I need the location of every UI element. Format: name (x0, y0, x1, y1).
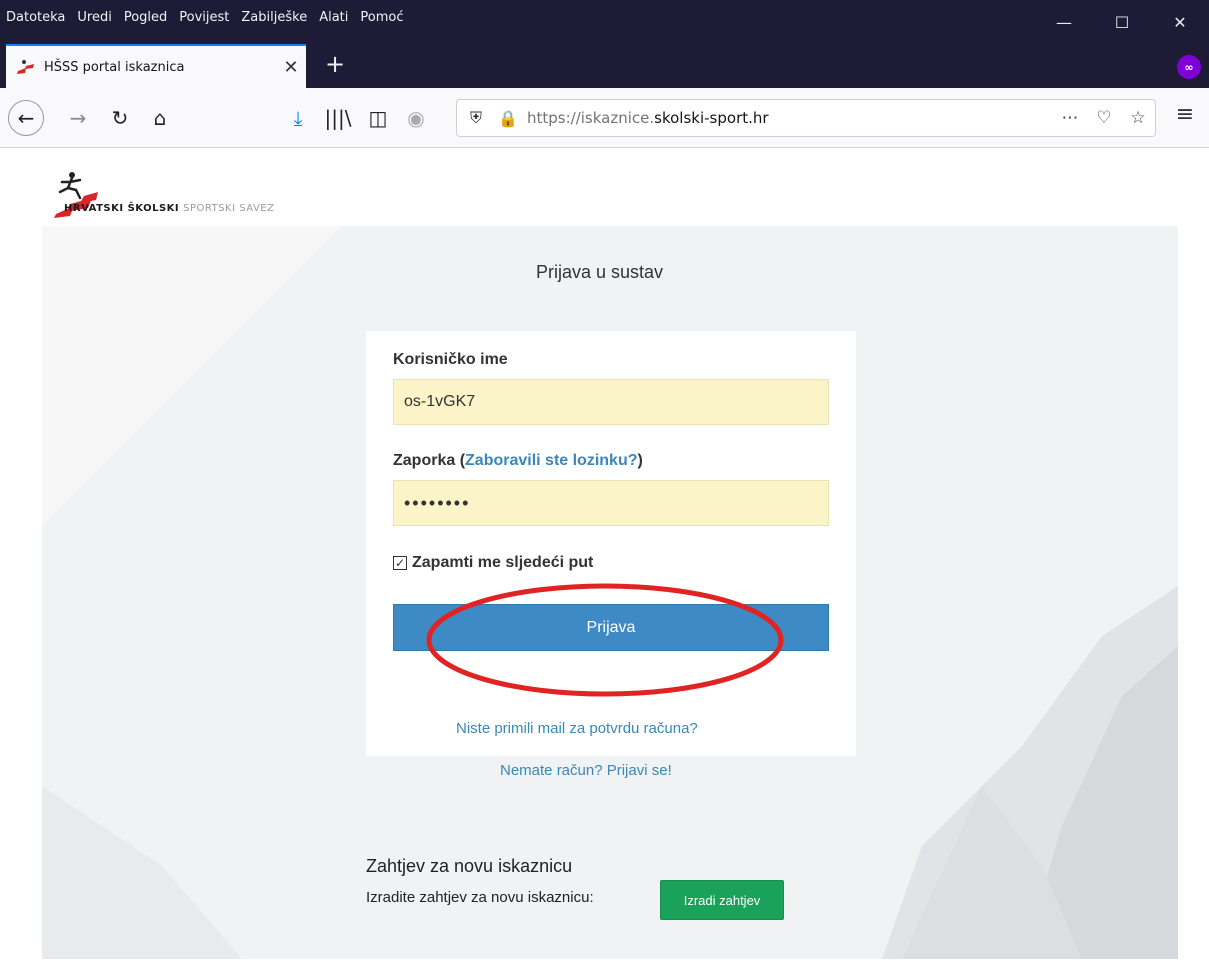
resend-confirmation-link[interactable]: Niste primili mail za potvrdu računa? (456, 720, 698, 737)
create-request-button[interactable]: Izradi zahtjev (660, 880, 784, 920)
login-title: Prijava u sustav (536, 262, 664, 282)
remember-me-row[interactable]: ✓ Zapamti me sljedeći put (393, 554, 593, 572)
red-annotation-ellipse (426, 583, 784, 697)
password-value: •••••••• (404, 492, 471, 513)
page-actions-icon[interactable]: ⋯ (1053, 108, 1087, 128)
username-value: os-1vGK7 (404, 393, 476, 410)
home-icon[interactable]: ⌂ (144, 102, 176, 134)
download-icon[interactable]: ⤓ (282, 102, 314, 134)
extension-icon[interactable]: ◉ (400, 102, 432, 134)
window-controls: — ☐ ✕ (1035, 0, 1209, 44)
browser-titlebar: Datoteka Uredi Pogled Povijest Zabilješk… (0, 0, 1209, 88)
pocket-icon[interactable]: ♡ (1087, 108, 1121, 128)
logo-text: HRVATSKI ŠKOLSKI SPORTSKI SAVEZ (64, 203, 275, 214)
site-favicon-icon (17, 60, 34, 74)
url-text[interactable]: https://iskaznice.skolski-sport.hr (527, 109, 1053, 127)
password-field[interactable]: •••••••• (393, 480, 829, 526)
remember-me-label: Zapamti me sljedeći put (412, 554, 594, 571)
lock-icon[interactable]: 🔒 (495, 105, 521, 131)
menu-bar: Datoteka Uredi Pogled Povijest Zabilješk… (0, 0, 416, 44)
private-browsing-icon: ∞ (1177, 55, 1201, 79)
tracking-shield-icon[interactable]: ⛨ (463, 105, 489, 131)
new-card-title: Zahtjev za novu iskaznicu (366, 856, 573, 876)
library-icon[interactable]: |||\ (322, 102, 354, 134)
minimize-icon[interactable]: — (1035, 0, 1093, 44)
close-tab-icon[interactable]: ✕ (276, 57, 306, 78)
remember-me-checkbox[interactable]: ✓ (393, 556, 407, 570)
forgot-password-link[interactable]: Zaboravili ste lozinku? (465, 452, 637, 469)
menu-view[interactable]: Pogled (124, 10, 167, 25)
new-tab-icon[interactable]: + (318, 48, 352, 82)
navigation-toolbar: ← → ↻ ⌂ ⤓ |||\ ◫ ◉ ⛨ 🔒 https://iskaznice… (0, 88, 1209, 148)
username-field[interactable]: os-1vGK7 (393, 379, 829, 425)
menu-bookmarks[interactable]: Zabilješke (241, 10, 307, 25)
menu-edit[interactable]: Uredi (77, 10, 111, 25)
menu-file[interactable]: Datoteka (6, 10, 65, 25)
password-label: Zaporka (Zaboravili ste lozinku?) (393, 452, 643, 469)
tab-title: HŠSS portal iskaznica (44, 59, 185, 75)
forward-icon[interactable]: → (62, 102, 94, 134)
maximize-icon[interactable]: ☐ (1093, 0, 1151, 44)
register-link[interactable]: Nemate račun? Prijavi se! (500, 762, 672, 779)
new-card-text: Izradite zahtjev za novu iskaznicu: (366, 889, 594, 906)
close-window-icon[interactable]: ✕ (1151, 0, 1209, 44)
menu-help[interactable]: Pomoć (360, 10, 403, 25)
url-actions: ⋯ ♡ ☆ (1053, 108, 1155, 128)
menu-history[interactable]: Povijest (179, 10, 229, 25)
sidebar-icon[interactable]: ◫ (362, 102, 394, 134)
menu-tools[interactable]: Alati (319, 10, 348, 25)
url-bar[interactable]: ⛨ 🔒 https://iskaznice.skolski-sport.hr ⋯… (456, 99, 1156, 137)
bookmark-star-icon[interactable]: ☆ (1121, 108, 1155, 128)
username-label: Korisničko ime (393, 351, 508, 368)
tab-active[interactable]: HŠSS portal iskaznica ✕ (6, 44, 306, 88)
back-icon[interactable]: ← (8, 100, 44, 136)
reload-icon[interactable]: ↻ (104, 102, 136, 134)
hamburger-menu-icon[interactable]: ≡ (1169, 102, 1201, 134)
